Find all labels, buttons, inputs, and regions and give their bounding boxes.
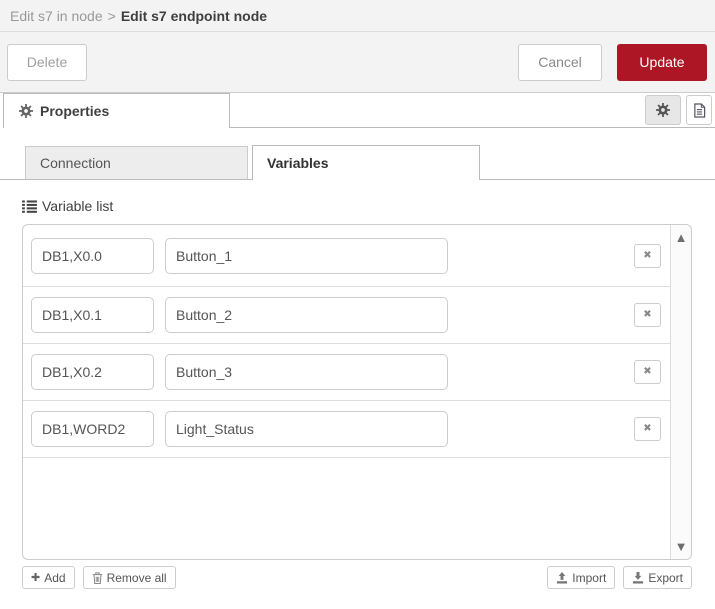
variable-row: ✖ (23, 225, 670, 287)
tab-variables[interactable]: Variables (252, 145, 480, 180)
remove-row-button[interactable]: ✖ (634, 303, 661, 327)
breadcrumb: Edit s7 in node > Edit s7 endpoint node (0, 0, 715, 32)
tab-connection[interactable]: Connection (25, 146, 248, 180)
trash-icon (92, 571, 103, 584)
variable-list: ✖ ✖ ✖ ✖ ▲ (22, 224, 692, 560)
footer-left-group: ✚ Add Remove all (22, 566, 176, 589)
tab-variables-label: Variables (267, 155, 329, 171)
panel-toggle-group (645, 95, 712, 125)
footer-right-group: Import Export (547, 566, 692, 589)
scroll-down-icon[interactable]: ▼ (675, 540, 688, 553)
remove-row-button[interactable]: ✖ (634, 417, 661, 441)
x-icon: ✖ (643, 423, 652, 434)
variable-name-input[interactable] (165, 354, 448, 390)
variable-row: ✖ (23, 401, 670, 458)
variable-list-footer: ✚ Add Remove all Import Export (22, 566, 692, 589)
variable-list-header: Variable list (22, 198, 715, 214)
add-button-label: Add (44, 570, 66, 585)
variable-row: ✖ (23, 344, 670, 401)
variable-address-input[interactable] (31, 411, 154, 447)
tab-properties[interactable]: Properties (3, 93, 230, 128)
x-icon: ✖ (643, 366, 652, 377)
variable-name-input[interactable] (165, 237, 448, 274)
toolbar-right-group: Cancel Update (518, 43, 707, 81)
add-variable-button[interactable]: ✚ Add (22, 566, 75, 589)
editor-tab-bar: Properties (0, 93, 715, 128)
cancel-button[interactable]: Cancel (518, 43, 602, 81)
breadcrumb-parent[interactable]: Edit s7 in node (10, 8, 103, 24)
export-button[interactable]: Export (623, 566, 692, 589)
import-button[interactable]: Import (547, 566, 616, 589)
remove-all-button[interactable]: Remove all (82, 566, 176, 589)
variable-address-input[interactable] (31, 297, 154, 333)
upload-icon (556, 571, 568, 584)
update-button[interactable]: Update (617, 43, 707, 81)
export-button-label: Export (648, 570, 683, 585)
download-icon (632, 571, 644, 584)
scroll-up-icon[interactable]: ▲ (675, 231, 688, 244)
x-icon: ✖ (643, 249, 652, 261)
variable-rows: ✖ ✖ ✖ ✖ (23, 225, 670, 458)
breadcrumb-current: Edit s7 endpoint node (120, 7, 268, 24)
remove-all-button-label: Remove all (106, 570, 167, 585)
node-config-tabs: Connection Variables (0, 145, 715, 180)
breadcrumb-separator: > (107, 7, 116, 24)
tab-connection-label: Connection (40, 155, 111, 171)
list-scrollbar[interactable]: ▲ ▼ (670, 225, 691, 559)
tab-properties-label: Properties (40, 103, 110, 119)
variable-name-input[interactable] (165, 297, 448, 333)
remove-row-button[interactable]: ✖ (634, 243, 661, 268)
delete-button[interactable]: Delete (7, 43, 87, 81)
document-icon (693, 102, 706, 118)
gear-icon (656, 103, 670, 117)
dialog-toolbar: Delete Cancel Update (0, 32, 715, 93)
edit-node-dialog: Edit s7 in node > Edit s7 endpoint node … (0, 0, 715, 609)
import-button-label: Import (572, 570, 607, 585)
gear-icon (19, 104, 33, 118)
edit-panel-toggle-button[interactable] (645, 95, 681, 125)
list-icon (22, 199, 37, 213)
x-icon: ✖ (643, 309, 652, 320)
doc-panel-toggle-button[interactable] (686, 95, 712, 125)
variable-list-label: Variable list (42, 198, 114, 214)
variable-name-input[interactable] (165, 411, 448, 447)
remove-row-button[interactable]: ✖ (634, 360, 661, 384)
variable-row: ✖ (23, 287, 670, 344)
variable-address-input[interactable] (31, 237, 154, 274)
properties-panel: Connection Variables Variable list DB1,X… (0, 128, 715, 589)
variable-address-input[interactable] (31, 354, 154, 390)
plus-icon: ✚ (31, 572, 41, 584)
